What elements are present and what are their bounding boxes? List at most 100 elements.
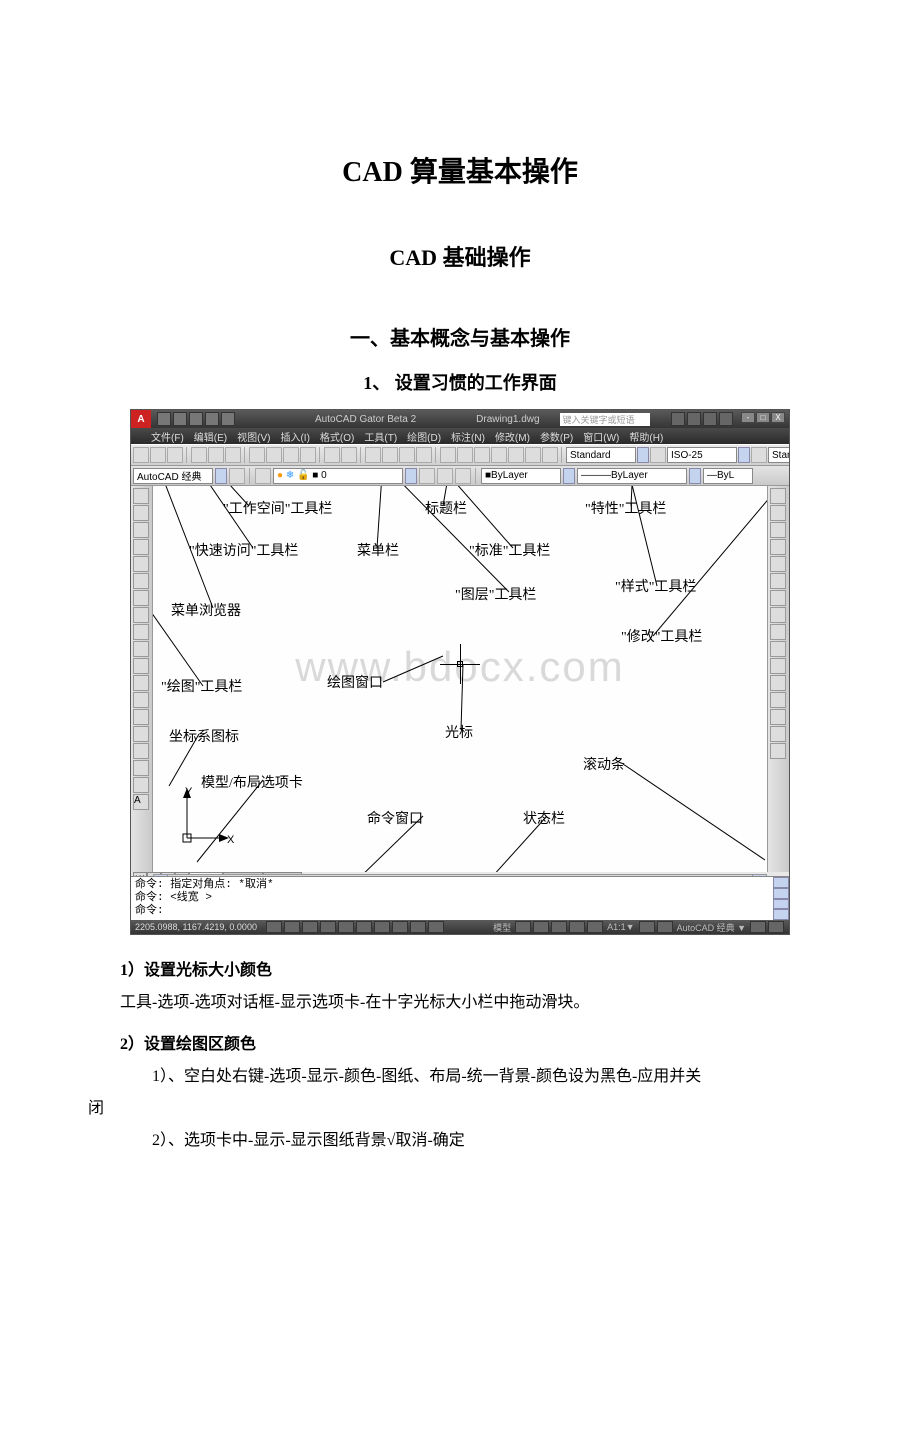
text-style-combo[interactable]: Standard <box>566 447 636 463</box>
properties-icon[interactable] <box>440 447 456 463</box>
move-icon[interactable] <box>770 573 786 589</box>
app-logo-icon[interactable]: A <box>131 410 151 428</box>
polygon-icon[interactable] <box>133 539 149 555</box>
table-style-combo[interactable]: Standard <box>768 447 789 463</box>
help-icon[interactable] <box>719 412 733 426</box>
drawing-area[interactable]: www.bdocx.com "工作空间"工具栏 标题栏 "特性"工 <box>153 486 767 872</box>
xline-icon[interactable] <box>133 505 149 521</box>
lineweight-combo[interactable]: — ByL <box>703 468 753 484</box>
style-btn2-icon[interactable] <box>751 447 767 463</box>
scroll-up-icon[interactable] <box>773 877 789 888</box>
fillet-icon[interactable] <box>770 726 786 742</box>
hatch-icon[interactable] <box>133 726 149 742</box>
menu-file[interactable]: 文件(F) <box>151 429 184 444</box>
ellipse-icon[interactable] <box>133 641 149 657</box>
status-workspace[interactable]: AutoCAD 经典 ▼ <box>677 921 746 934</box>
layer-prev-icon[interactable] <box>437 468 453 484</box>
scroll-down-icon[interactable] <box>773 888 789 899</box>
mtext-icon[interactable]: A <box>133 794 149 810</box>
maximize-button[interactable]: □ <box>756 412 770 423</box>
ellipse-arc-icon[interactable] <box>133 658 149 674</box>
infocenter-icon[interactable] <box>671 412 685 426</box>
open-icon[interactable] <box>150 447 166 463</box>
layer-combo[interactable]: ● ❄ 🔓 ■ 0 <box>273 468 403 484</box>
match-icon[interactable] <box>300 447 316 463</box>
dropdown-icon[interactable] <box>215 468 227 484</box>
menu-modify[interactable]: 修改(M) <box>495 429 530 444</box>
copy-obj-icon[interactable] <box>770 505 786 521</box>
rectangle-icon[interactable] <box>133 556 149 572</box>
ortho-icon[interactable] <box>302 921 318 933</box>
polyline-icon[interactable] <box>133 522 149 538</box>
qat-undo-icon[interactable] <box>205 412 219 426</box>
status-btn-i[interactable] <box>768 921 784 933</box>
chamfer-icon[interactable] <box>770 709 786 725</box>
grid-icon[interactable] <box>284 921 300 933</box>
scroll-left2-icon[interactable] <box>773 899 789 910</box>
status-scale[interactable]: A1:1▼ <box>607 922 634 932</box>
status-btn-c[interactable] <box>551 921 567 933</box>
dropdown-icon[interactable] <box>405 468 417 484</box>
osnap-icon[interactable] <box>338 921 354 933</box>
status-btn-d[interactable] <box>569 921 585 933</box>
scroll-right2-icon[interactable] <box>773 909 789 920</box>
menu-dimension[interactable]: 标注(N) <box>451 429 485 444</box>
new-icon[interactable] <box>133 447 149 463</box>
extend-icon[interactable] <box>770 658 786 674</box>
color-combo[interactable]: ■ ByLayer <box>481 468 561 484</box>
trim-icon[interactable] <box>770 641 786 657</box>
redo-icon[interactable] <box>341 447 357 463</box>
style-btn1-icon[interactable] <box>650 447 666 463</box>
zoom-previous-icon[interactable] <box>416 447 432 463</box>
menu-help[interactable]: 帮助(H) <box>629 429 663 444</box>
help2-icon[interactable] <box>542 447 558 463</box>
table-icon[interactable] <box>133 777 149 793</box>
stretch-icon[interactable] <box>770 624 786 640</box>
menu-format[interactable]: 格式(O) <box>320 429 354 444</box>
layer-match-icon[interactable] <box>455 468 471 484</box>
status-btn-a[interactable] <box>515 921 531 933</box>
gradient-icon[interactable] <box>133 743 149 759</box>
polar-icon[interactable] <box>320 921 336 933</box>
zoom-window-icon[interactable] <box>399 447 415 463</box>
break-icon[interactable] <box>770 675 786 691</box>
qat-open-icon[interactable] <box>173 412 187 426</box>
circle-icon[interactable] <box>133 590 149 606</box>
close-button[interactable]: X <box>771 412 785 423</box>
zoom-icon[interactable] <box>382 447 398 463</box>
cut-icon[interactable] <box>249 447 265 463</box>
menu-window[interactable]: 窗口(W) <box>583 429 619 444</box>
menu-insert[interactable]: 插入(I) <box>280 429 309 444</box>
publish-icon[interactable] <box>225 447 241 463</box>
array-icon[interactable] <box>770 556 786 572</box>
undo-icon[interactable] <box>324 447 340 463</box>
lwt-icon[interactable] <box>410 921 426 933</box>
status-model-label[interactable]: 模型 <box>493 921 511 934</box>
dim-style-combo[interactable]: ISO-25 <box>667 447 737 463</box>
search-input[interactable]: 键入关键字或短语 <box>560 413 650 426</box>
preview-icon[interactable] <box>208 447 224 463</box>
otrack-icon[interactable] <box>356 921 372 933</box>
make-block-icon[interactable] <box>133 692 149 708</box>
dropdown-icon[interactable] <box>689 468 701 484</box>
menu-draw[interactable]: 绘图(D) <box>407 429 441 444</box>
point-icon[interactable] <box>133 709 149 725</box>
sheetset-icon[interactable] <box>491 447 507 463</box>
snap-icon[interactable] <box>266 921 282 933</box>
menu-edit[interactable]: 编辑(E) <box>194 429 227 444</box>
calc-icon[interactable] <box>525 447 541 463</box>
status-btn-f[interactable] <box>639 921 655 933</box>
layer-props-icon[interactable] <box>255 468 271 484</box>
arc-icon[interactable] <box>133 573 149 589</box>
menu-view[interactable]: 视图(V) <box>237 429 270 444</box>
dropdown-icon[interactable] <box>637 447 649 463</box>
workspace-combo[interactable]: AutoCAD 经典 <box>133 468 213 484</box>
mirror-icon[interactable] <box>770 522 786 538</box>
dyn-icon[interactable] <box>392 921 408 933</box>
region-icon[interactable] <box>133 760 149 776</box>
qat-save-icon[interactable] <box>189 412 203 426</box>
layer-iso-icon[interactable] <box>419 468 435 484</box>
ducs-icon[interactable] <box>374 921 390 933</box>
favorites-icon[interactable] <box>703 412 717 426</box>
dropdown-icon[interactable] <box>738 447 750 463</box>
